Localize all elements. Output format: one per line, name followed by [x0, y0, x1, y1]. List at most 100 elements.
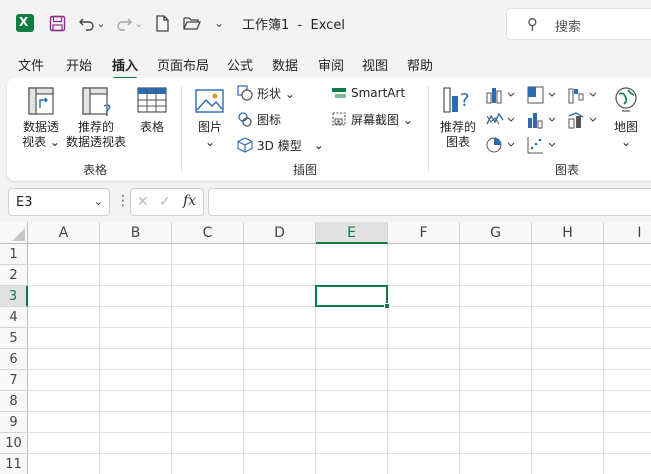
insert-function-icon[interactable]: fx: [183, 193, 196, 209]
cell-i3[interactable]: [604, 286, 651, 307]
column-header-h[interactable]: H: [532, 222, 604, 244]
cell-i10[interactable]: [604, 433, 651, 454]
cell-h6[interactable]: [532, 349, 604, 370]
cell-b6[interactable]: [100, 349, 172, 370]
table-button[interactable]: 表格: [135, 120, 169, 135]
cell-f1[interactable]: [388, 244, 460, 265]
cell-b11[interactable]: [100, 454, 172, 474]
cell-f3[interactable]: [388, 286, 460, 307]
waterfall-chart-button[interactable]: [567, 85, 601, 105]
row-header-3[interactable]: 3: [0, 286, 28, 307]
tab-help[interactable]: 帮助: [407, 55, 433, 74]
combo-chart-button[interactable]: [567, 110, 601, 130]
cell-b3[interactable]: [100, 286, 172, 307]
smartart-button[interactable]: SmartArt: [331, 83, 405, 103]
cell-i7[interactable]: [604, 370, 651, 391]
more-options-icon[interactable]: ⋮: [116, 193, 130, 209]
tab-view[interactable]: 视图: [362, 55, 388, 74]
column-header-a[interactable]: A: [28, 222, 100, 244]
cell-c8[interactable]: [172, 391, 244, 412]
cell-e10[interactable]: [316, 433, 388, 454]
cell-a9[interactable]: [28, 412, 100, 433]
cell-c5[interactable]: [172, 328, 244, 349]
cell-f9[interactable]: [388, 412, 460, 433]
cell-a6[interactable]: [28, 349, 100, 370]
cell-i6[interactable]: [604, 349, 651, 370]
cell-d3[interactable]: [244, 286, 316, 307]
row-header-8[interactable]: 8: [0, 391, 28, 412]
row-header-4[interactable]: 4: [0, 307, 28, 328]
cell-d2[interactable]: [244, 265, 316, 286]
column-header-g[interactable]: G: [460, 222, 532, 244]
cell-i1[interactable]: [604, 244, 651, 265]
cell-c6[interactable]: [172, 349, 244, 370]
row-header-7[interactable]: 7: [0, 370, 28, 391]
cell-g9[interactable]: [460, 412, 532, 433]
cell-h3[interactable]: [532, 286, 604, 307]
cell-b8[interactable]: [100, 391, 172, 412]
cell-g6[interactable]: [460, 349, 532, 370]
pivot-table-button[interactable]: 数据透 视表 ⌄: [19, 120, 63, 150]
cell-h2[interactable]: [532, 265, 604, 286]
tab-page-layout[interactable]: 页面布局: [157, 55, 209, 74]
cell-a5[interactable]: [28, 328, 100, 349]
cell-b1[interactable]: [100, 244, 172, 265]
new-file-icon[interactable]: [153, 12, 171, 34]
cell-c3[interactable]: [172, 286, 244, 307]
cell-e5[interactable]: [316, 328, 388, 349]
3d-models-button[interactable]: 3D 模型 ⌄: [237, 135, 324, 155]
cell-e11[interactable]: [316, 454, 388, 474]
screenshot-button[interactable]: 屏幕截图 ⌄: [331, 109, 413, 129]
cell-c10[interactable]: [172, 433, 244, 454]
cell-d10[interactable]: [244, 433, 316, 454]
cell-d1[interactable]: [244, 244, 316, 265]
cell-b5[interactable]: [100, 328, 172, 349]
column-header-d[interactable]: D: [244, 222, 316, 244]
cell-i2[interactable]: [604, 265, 651, 286]
cell-h7[interactable]: [532, 370, 604, 391]
cell-h1[interactable]: [532, 244, 604, 265]
cell-e2[interactable]: [316, 265, 388, 286]
row-header-9[interactable]: 9: [0, 412, 28, 433]
cell-c9[interactable]: [172, 412, 244, 433]
row-header-5[interactable]: 5: [0, 328, 28, 349]
tab-home[interactable]: 开始: [66, 55, 92, 74]
cell-f4[interactable]: [388, 307, 460, 328]
cell-d6[interactable]: [244, 349, 316, 370]
tab-file[interactable]: 文件: [18, 55, 44, 74]
line-chart-button[interactable]: [485, 110, 519, 130]
tab-insert[interactable]: 插入: [112, 55, 138, 80]
cell-f10[interactable]: [388, 433, 460, 454]
cell-g2[interactable]: [460, 265, 532, 286]
cell-g1[interactable]: [460, 244, 532, 265]
cell-h10[interactable]: [532, 433, 604, 454]
search-box[interactable]: ⚲ 搜索: [506, 8, 651, 40]
cell-h5[interactable]: [532, 328, 604, 349]
row-header-6[interactable]: 6: [0, 349, 28, 370]
cell-e4[interactable]: [316, 307, 388, 328]
cell-f2[interactable]: [388, 265, 460, 286]
formula-input[interactable]: [208, 188, 651, 216]
cell-g3[interactable]: [460, 286, 532, 307]
cell-a7[interactable]: [28, 370, 100, 391]
cell-e8[interactable]: [316, 391, 388, 412]
cell-d5[interactable]: [244, 328, 316, 349]
pie-chart-button[interactable]: [485, 135, 519, 155]
tab-review[interactable]: 审阅: [318, 55, 344, 74]
cell-d4[interactable]: [244, 307, 316, 328]
cell-e7[interactable]: [316, 370, 388, 391]
row-header-11[interactable]: 11: [0, 454, 28, 474]
row-header-10[interactable]: 10: [0, 433, 28, 454]
tab-formulas[interactable]: 公式: [227, 55, 253, 74]
cell-d7[interactable]: [244, 370, 316, 391]
shapes-button[interactable]: 形状 ⌄: [237, 83, 295, 103]
cell-b7[interactable]: [100, 370, 172, 391]
column-header-i[interactable]: I: [604, 222, 651, 244]
icons-button[interactable]: 图标: [237, 109, 281, 129]
cell-d8[interactable]: [244, 391, 316, 412]
cell-d9[interactable]: [244, 412, 316, 433]
cell-i4[interactable]: [604, 307, 651, 328]
row-header-2[interactable]: 2: [0, 265, 28, 286]
cell-g10[interactable]: [460, 433, 532, 454]
cell-c11[interactable]: [172, 454, 244, 474]
